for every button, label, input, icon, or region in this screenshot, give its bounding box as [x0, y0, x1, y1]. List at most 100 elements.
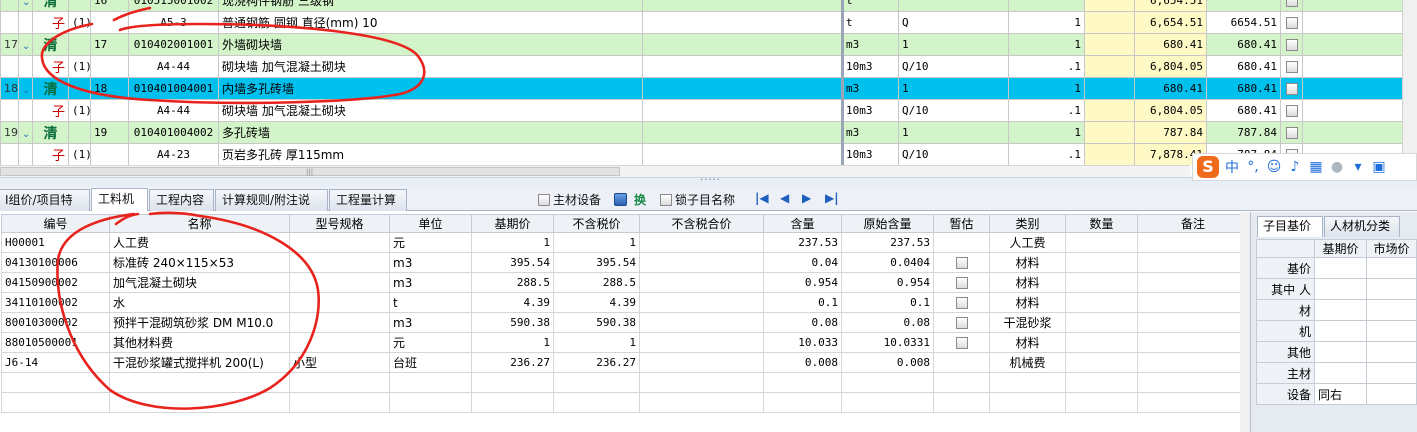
sogou-logo-icon[interactable]: S: [1197, 156, 1219, 178]
check-cell[interactable]: [1280, 11, 1303, 34]
swap-button[interactable]: 换: [614, 191, 646, 208]
last-record-icon[interactable]: ▶|: [825, 191, 839, 205]
tree-toggle[interactable]: [18, 99, 33, 122]
keyboard-icon[interactable]: ▦: [1308, 159, 1324, 175]
bill-row[interactable]: 17 ⌄ 清 17 010402001001 外墙砌块墙 m3 1 1 680.41 680.41: [0, 33, 1417, 56]
column-header[interactable]: 型号规格: [289, 214, 390, 233]
bill-row[interactable]: 19 ⌄ 清 19 010401004002 多孔砖墙 m3 1 1 787.84 787.84: [0, 121, 1417, 144]
skin-shirt-icon[interactable]: ▾: [1350, 159, 1366, 175]
row-checkbox[interactable]: [1285, 61, 1298, 73]
tree-toggle[interactable]: [18, 11, 33, 34]
check-cell[interactable]: [1280, 99, 1303, 122]
tab-calc-rules[interactable]: 计算规则/附注说明: [215, 189, 328, 227]
bill-row[interactable]: 子 (1) A4-44 砌块墙 加气混凝土砌块 10m3 Q/10.1 6,804.05 68…: [0, 55, 1417, 78]
column-header[interactable]: 编号: [1, 214, 110, 233]
next-record-icon[interactable]: ▶: [802, 191, 811, 205]
bill-row[interactable]: 18 ⌄ 清 18 010401004001 内墙多孔砖墙 m3 1 1 680.41 680.41: [0, 77, 1417, 100]
main-material-toggle[interactable]: 主材设备: [538, 191, 601, 208]
column-header[interactable]: 不含税合价: [639, 214, 764, 233]
tree-toggle[interactable]: ⌄: [18, 33, 33, 56]
resource-row[interactable]: J6-14 干混砂浆罐式搅拌机 200(L) 小型 台班 236.27 236.27 0.0…: [1, 352, 1249, 373]
provisional-checkbox[interactable]: [955, 257, 968, 269]
total-price: 6654.51: [1206, 11, 1281, 34]
column-header[interactable]: 名称: [109, 214, 290, 233]
tab-item-base-price[interactable]: 子目基价: [1257, 216, 1323, 237]
collapse-arrow-icon[interactable]: ⌄: [22, 0, 30, 8]
column-header[interactable]: 基期价: [471, 214, 554, 233]
resource-remark: [1137, 252, 1249, 273]
bill-row[interactable]: ⌄ 清 16 010515001002 现浇构件钢筋 三级钢 t 6,654.51: [0, 0, 1417, 12]
check-cell[interactable]: [1280, 55, 1303, 78]
provisional-flag[interactable]: [933, 292, 990, 313]
main-material-checkbox[interactable]: [538, 193, 550, 206]
row-checkbox[interactable]: [1285, 0, 1298, 7]
emoji-icon[interactable]: ☺: [1266, 159, 1282, 175]
column-header[interactable]: 单位: [389, 214, 472, 233]
resource-row[interactable]: H00001 人工费元 1 1 237.53 237.53 人工费: [1, 232, 1249, 253]
ime-mode-indicator[interactable]: 中: [1224, 157, 1240, 177]
vertical-scrollbar[interactable]: [1402, 0, 1417, 165]
resource-row[interactable]: 34110100002 水 t 4.39 4.39 0.1 0.1 材料: [1, 292, 1249, 313]
item-code: 010402001001: [128, 33, 219, 56]
row-checkbox[interactable]: [1285, 83, 1298, 95]
bill-row[interactable]: 子 (1) A4-44 砌块墙 加气混凝土砌块 10m3 Q/10.1 6,804.05 68…: [0, 99, 1417, 122]
column-header[interactable]: 类别: [989, 214, 1066, 233]
tree-toggle[interactable]: [18, 143, 33, 165]
collapse-arrow-icon[interactable]: ⌄: [22, 85, 30, 96]
resource-unit: m3: [389, 312, 472, 333]
lock-name-checkbox[interactable]: [660, 193, 672, 206]
content-amount: 0.954: [763, 272, 842, 293]
provisional-flag[interactable]: [933, 272, 990, 293]
ime-toolbar[interactable]: S 中 °, ☺ ♪ ▦ ● ▾ ▣: [1192, 153, 1417, 181]
tab-pricing-features[interactable]: I组价/项目特征: [0, 189, 90, 227]
punctuation-toggle[interactable]: °,: [1245, 159, 1261, 175]
bill-row[interactable]: 子 (1) A5-3 普通钢筋 圆钢 直径(mm) 10 t Q 1 6,654.51 6654…: [0, 11, 1417, 34]
row-checkbox[interactable]: [1285, 39, 1298, 51]
tree-toggle[interactable]: ⌄: [18, 121, 33, 144]
resource-grid-scrollbar[interactable]: [1240, 212, 1250, 432]
item-quantity: 1: [1008, 77, 1085, 100]
tree-toggle[interactable]: ⌄: [18, 77, 33, 100]
check-cell[interactable]: [1280, 121, 1303, 144]
column-header[interactable]: 备注: [1137, 214, 1249, 233]
resource-row[interactable]: 80010300002 预拌干混砌筑砂浆 DM M10.0 m3 590.38 590.…: [1, 312, 1249, 333]
tab-work-content[interactable]: 工程内容: [149, 189, 214, 211]
collapse-arrow-icon[interactable]: ⌄: [22, 41, 30, 52]
provisional-checkbox[interactable]: [955, 297, 968, 309]
user-icon[interactable]: ●: [1329, 159, 1345, 175]
resource-row[interactable]: 88010500001 其他材料费元 1 1 10.033 10.0331 材料: [1, 332, 1249, 353]
provisional-checkbox[interactable]: [955, 317, 968, 329]
check-cell[interactable]: [1280, 0, 1303, 12]
grid-column-splitter[interactable]: [841, 0, 844, 165]
provisional-flag[interactable]: [933, 312, 990, 333]
provisional-checkbox[interactable]: [955, 277, 968, 289]
tab-labor-material-machine[interactable]: 工料机: [91, 188, 148, 211]
tab-resource-category[interactable]: 人材机分类: [1324, 216, 1400, 237]
lock-name-toggle[interactable]: 锁子目名称: [660, 191, 735, 208]
provisional-flag[interactable]: [933, 252, 990, 273]
tab-quantity-calc[interactable]: 工程量计算: [329, 189, 407, 211]
horizontal-scrollbar[interactable]: |||: [0, 165, 1190, 177]
toolbox-grid-icon[interactable]: ▣: [1371, 159, 1387, 175]
provisional-flag[interactable]: [933, 332, 990, 353]
collapse-arrow-icon[interactable]: ⌄: [22, 129, 30, 140]
prev-record-icon[interactable]: ◀: [780, 191, 789, 205]
item-blank: [642, 77, 843, 100]
column-header[interactable]: 含量: [763, 214, 842, 233]
resource-row[interactable]: 04130100006 标准砖 240×115×53 m3 395.54 395.54 0…: [1, 252, 1249, 273]
check-cell[interactable]: [1280, 77, 1303, 100]
column-header[interactable]: 暂估: [933, 214, 990, 233]
row-checkbox[interactable]: [1285, 127, 1298, 139]
first-record-icon[interactable]: |◀: [755, 191, 769, 205]
tree-toggle[interactable]: ⌄: [18, 0, 33, 12]
check-cell[interactable]: [1280, 33, 1303, 56]
row-checkbox[interactable]: [1285, 105, 1298, 117]
column-header[interactable]: 原始含量: [841, 214, 934, 233]
tree-toggle[interactable]: [18, 55, 33, 78]
column-header[interactable]: 数量: [1065, 214, 1138, 233]
column-header[interactable]: 不含税价: [553, 214, 640, 233]
resource-row[interactable]: 04150900002 加气混凝土砌块 m3 288.5 288.5 0.954 0.954…: [1, 272, 1249, 293]
row-checkbox[interactable]: [1285, 17, 1298, 29]
provisional-checkbox[interactable]: [955, 337, 968, 349]
microphone-icon[interactable]: ♪: [1287, 159, 1303, 175]
